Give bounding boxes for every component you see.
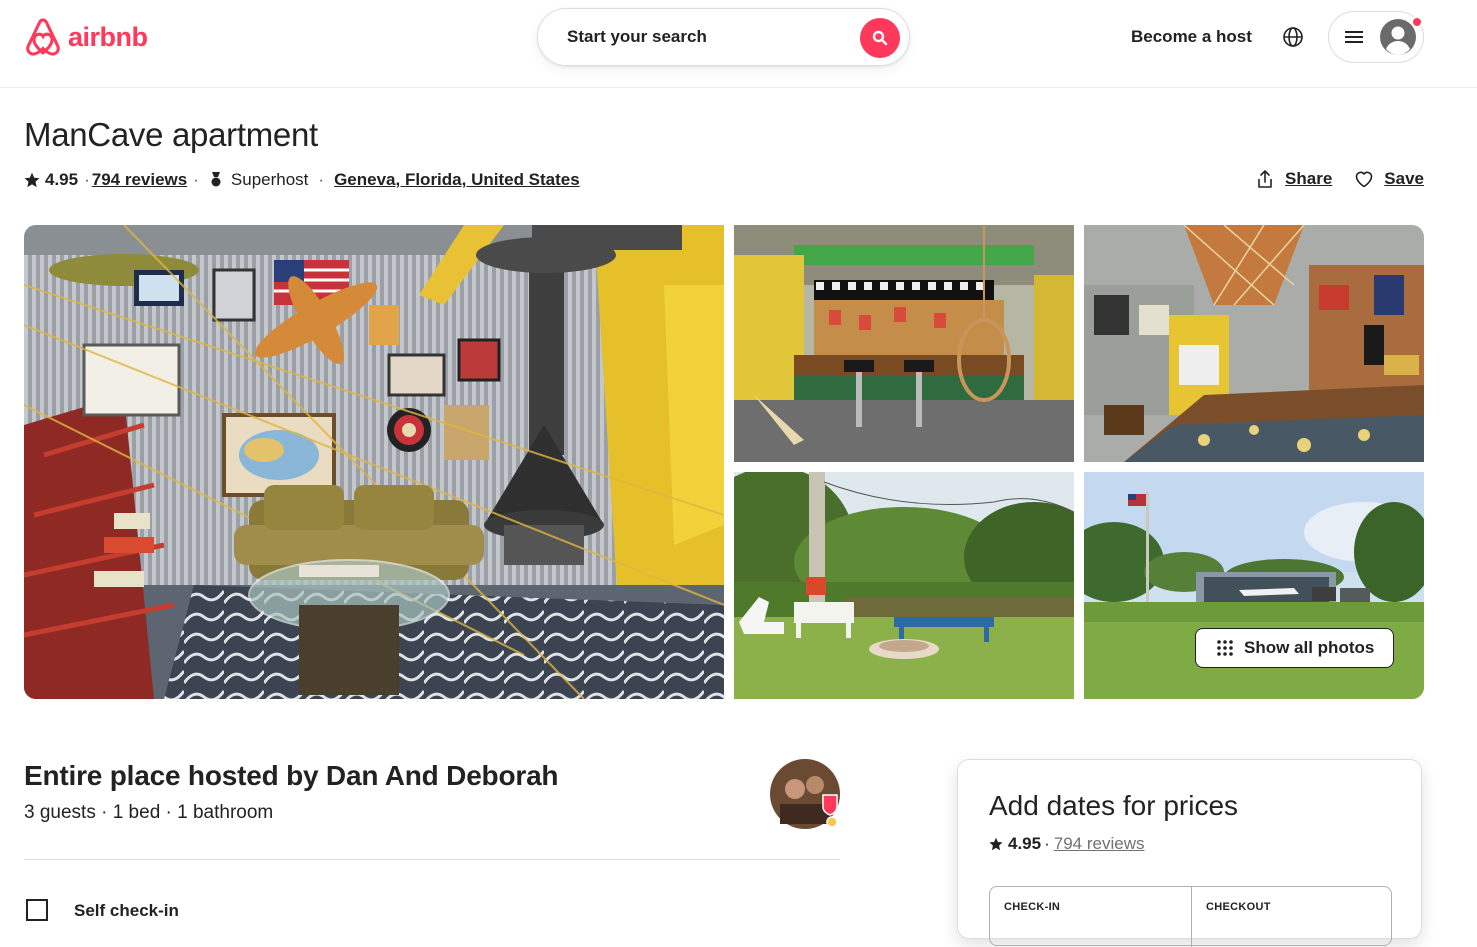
show-all-photos-label: Show all photos <box>1244 638 1375 657</box>
menu-icon <box>1345 31 1363 43</box>
listing-actions: Share Save <box>1255 169 1424 189</box>
door-icon <box>26 899 48 921</box>
globe-icon[interactable] <box>1282 26 1304 48</box>
star-icon <box>24 172 40 188</box>
booking-card: Add dates for prices 4.95 · 794 reviews … <box>957 759 1422 947</box>
superhost-medal-icon <box>211 172 221 187</box>
booking-rating-value: 4.95 <box>1008 834 1042 853</box>
become-host-link[interactable]: Become a host <box>1131 27 1252 47</box>
search-button[interactable] <box>860 18 900 58</box>
date-picker[interactable]: CHECK-IN CHECKOUT <box>989 886 1392 947</box>
listing-meta: 4.95 · 794 reviews · Superhost · Geneva,… <box>24 168 580 192</box>
living-room-photo <box>24 225 724 699</box>
airbnb-logo[interactable]: airbnb <box>24 17 148 57</box>
listing-rating: 4.95 <box>45 170 79 189</box>
photo-collectibles-room[interactable] <box>1084 225 1424 462</box>
listing-capacity: 3 guests · 1 bed · 1 bathroom <box>24 802 274 823</box>
grid-dots-icon <box>1217 640 1233 656</box>
share-label: Share <box>1285 169 1333 188</box>
host-avatar[interactable] <box>770 759 840 829</box>
location-link[interactable]: Geneva, Florida, United States <box>334 170 580 190</box>
notification-dot <box>1411 16 1423 28</box>
photo-main-living-room[interactable] <box>24 225 724 699</box>
heart-icon <box>1355 171 1373 188</box>
separator: · <box>84 170 90 189</box>
section-divider <box>24 859 840 860</box>
booking-rating: 4.95 · 794 reviews <box>989 834 1144 854</box>
show-all-photos-button[interactable]: Show all photos <box>1195 628 1394 668</box>
listing-title: ManCave apartment <box>24 116 318 153</box>
separator: · <box>193 170 199 189</box>
pond-photo <box>734 472 1074 699</box>
share-button[interactable]: Share <box>1255 169 1332 189</box>
collectibles-photo <box>1084 225 1424 462</box>
feature-self-check-in: Self check-in <box>24 895 179 921</box>
airbnb-logo-icon <box>26 18 60 56</box>
booking-reviews-link[interactable]: 794 reviews <box>1054 834 1145 854</box>
feature-label: Self check-in <box>74 901 179 920</box>
search-icon <box>872 30 888 46</box>
checkin-label[interactable]: CHECK-IN <box>1004 901 1060 913</box>
bar-photo <box>734 225 1074 462</box>
brand-name: airbnb <box>68 21 148 52</box>
host-title: Entire place hosted by Dan And Deborah <box>24 760 559 791</box>
separator: · <box>318 170 325 189</box>
user-menu-button[interactable] <box>1328 11 1424 63</box>
star-icon <box>989 837 1003 851</box>
photo-pond-fire-pit[interactable] <box>734 472 1074 699</box>
photo-bar-area[interactable] <box>734 225 1074 462</box>
reviews-link[interactable]: 794 reviews <box>92 170 187 190</box>
date-divider <box>1191 887 1192 947</box>
search-bar[interactable]: Start your search <box>537 8 910 66</box>
search-label: Start your search <box>567 27 707 46</box>
separator: · <box>1044 834 1050 853</box>
superhost-label: Superhost <box>230 170 309 189</box>
checkout-label[interactable]: CHECKOUT <box>1206 901 1271 913</box>
booking-title: Add dates for prices <box>989 790 1239 821</box>
top-header: airbnb Start your search Become a host <box>0 0 1477 88</box>
share-icon <box>1258 170 1272 188</box>
save-label: Save <box>1384 169 1424 188</box>
save-button[interactable]: Save <box>1354 169 1424 189</box>
